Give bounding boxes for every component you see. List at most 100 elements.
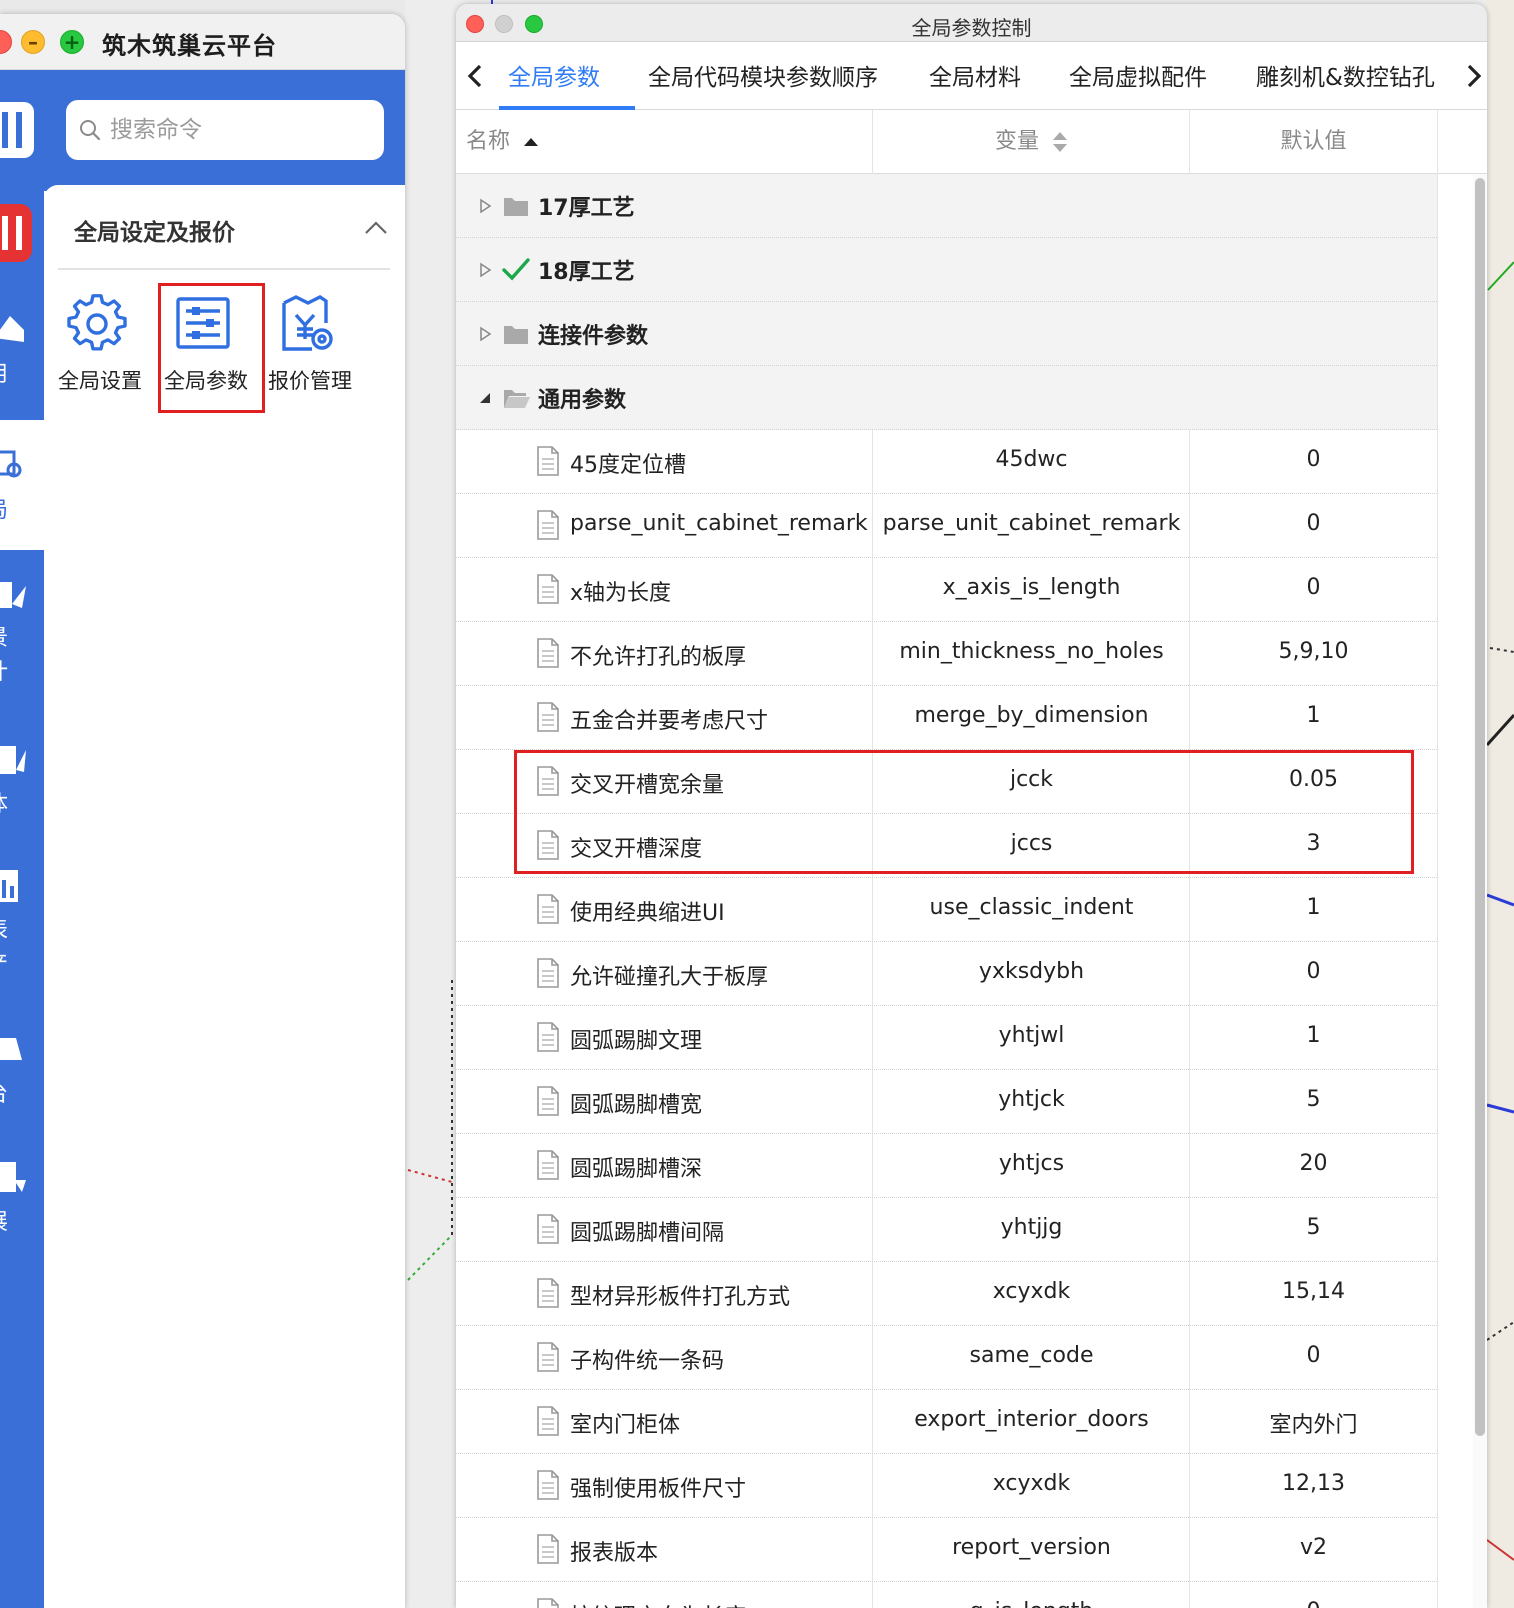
chevron-right-icon[interactable]: [1459, 60, 1487, 92]
cell-variable[interactable]: min_thickness_no_holes: [873, 639, 1190, 664]
rail-platform-icon[interactable]: [0, 1030, 44, 1070]
parameter-row[interactable]: 子构件统一条码 same_code 0: [456, 1326, 1437, 1390]
parameter-row[interactable]: 圆弧踢脚槽宽 yhtjck 5: [456, 1070, 1437, 1134]
column-header-variable[interactable]: 变量: [873, 110, 1190, 174]
cell-variable[interactable]: export_interior_doors: [873, 1407, 1190, 1432]
global-settings-button[interactable]: 全局设置: [50, 285, 150, 405]
cell-default-value[interactable]: 0: [1190, 959, 1437, 984]
expand-right-icon[interactable]: [478, 326, 492, 342]
parameter-row[interactable]: parse_unit_cabinet_remark parse_unit_cabi…: [456, 494, 1437, 558]
expand-right-icon[interactable]: [478, 198, 492, 214]
cell-variable[interactable]: merge_by_dimension: [873, 703, 1190, 728]
parameter-row[interactable]: 强制使用板件尺寸 xcyxdk 12,13: [456, 1454, 1437, 1518]
cell-variable[interactable]: g_is_length: [873, 1599, 1190, 1608]
tab-global-parameters[interactable]: 全局参数: [508, 58, 600, 92]
cell-variable[interactable]: xcyxdk: [873, 1471, 1190, 1496]
rail-label-production[interactable]: 产: [0, 946, 8, 978]
group-row[interactable]: 18厚工艺: [456, 238, 1437, 302]
cell-default-value[interactable]: 0: [1190, 575, 1437, 600]
cell-default-value[interactable]: 1: [1190, 703, 1437, 728]
cell-variable[interactable]: report_version: [873, 1535, 1190, 1560]
cell-default-value[interactable]: 20: [1190, 1151, 1437, 1176]
cell-default-value[interactable]: 15,14: [1190, 1279, 1437, 1304]
parameter-row[interactable]: 圆弧踢脚槽深 yhtjcs 20: [456, 1134, 1437, 1198]
cell-default-value[interactable]: 1: [1190, 895, 1437, 920]
cell-default-value[interactable]: 0: [1190, 1343, 1437, 1368]
expand-down-icon[interactable]: [478, 390, 492, 406]
cell-variable[interactable]: yhtjck: [873, 1087, 1190, 1112]
parameter-row[interactable]: 室内门柜体 export_interior_doors 室内外门: [456, 1390, 1437, 1454]
parameter-row[interactable]: 交叉开槽深度 jccs 3: [456, 814, 1437, 878]
cell-variable[interactable]: 45dwc: [873, 447, 1190, 472]
chevron-up-icon[interactable]: [364, 219, 388, 235]
cell-default-value[interactable]: 5: [1190, 1087, 1437, 1112]
rail-label-cabinet[interactable]: 体: [0, 786, 8, 818]
cell-default-value[interactable]: 室内外门: [1190, 1407, 1437, 1439]
rail-app-icon[interactable]: [0, 202, 44, 264]
close-window-button[interactable]: [0, 30, 12, 54]
rail-layout-active-icon[interactable]: [0, 446, 44, 482]
group-row[interactable]: 17厚工艺: [456, 174, 1437, 238]
rail-label-scene[interactable]: 景: [0, 620, 8, 652]
column-header-name[interactable]: 名称: [466, 110, 539, 174]
quote-management-button[interactable]: 报价管理: [260, 285, 360, 405]
tab-global-materials[interactable]: 全局材料: [929, 58, 1021, 92]
parameter-row[interactable]: 型材异形板件打孔方式 xcyxdk 15,14: [456, 1262, 1437, 1326]
cell-default-value[interactable]: v2: [1190, 1535, 1437, 1560]
group-row[interactable]: 通用参数: [456, 366, 1437, 430]
cell-default-value[interactable]: 1: [1190, 1023, 1437, 1048]
rail-label-report[interactable]: 表: [0, 912, 8, 944]
parameter-row[interactable]: 交叉开槽宽余量 jcck 0.05: [456, 750, 1437, 814]
cell-default-value[interactable]: 0.05: [1190, 767, 1437, 792]
parameter-row[interactable]: 五金合并要考虑尺寸 merge_by_dimension 1: [456, 686, 1437, 750]
panel-header[interactable]: 全局设定及报价: [44, 185, 405, 271]
expand-right-icon[interactable]: [478, 262, 492, 278]
tab-cnc-engraving[interactable]: 雕刻机&数控钻孔: [1256, 58, 1435, 92]
zoom-window-button[interactable]: +: [60, 30, 84, 54]
cell-variable[interactable]: jcck: [873, 767, 1190, 792]
rail-label-platform[interactable]: 台: [0, 1076, 8, 1108]
chevron-left-icon[interactable]: [462, 60, 490, 92]
rail-logo-icon[interactable]: [0, 98, 44, 160]
cell-variable[interactable]: jccs: [873, 831, 1190, 856]
command-search-box[interactable]: [66, 100, 384, 160]
parameter-row[interactable]: 圆弧踢脚文理 yhtjwl 1: [456, 1006, 1437, 1070]
rail-label-extension[interactable]: 展: [0, 1204, 8, 1236]
parameter-row[interactable]: 按纹理方向为长度 g_is_length0: [456, 1582, 1437, 1608]
cell-variable[interactable]: yhtjwl: [873, 1023, 1190, 1048]
parameter-row[interactable]: 圆弧踢脚槽间隔 yhtjjg 5: [456, 1198, 1437, 1262]
minimize-window-button[interactable]: –: [21, 30, 45, 54]
parameter-row[interactable]: 允许碰撞孔大于板厚 yxksdybh 0: [456, 942, 1437, 1006]
cell-variable[interactable]: yhtjcs: [873, 1151, 1190, 1176]
parameter-row[interactable]: x轴为长度 x_axis_is_length 0: [456, 558, 1437, 622]
vertical-scrollbar-thumb[interactable]: [1475, 178, 1485, 1436]
rail-scene-icon[interactable]: [0, 574, 44, 614]
cell-variable[interactable]: parse_unit_cabinet_remark: [873, 511, 1190, 536]
tab-code-module-order[interactable]: 全局代码模块参数顺序: [648, 58, 878, 92]
parameter-row[interactable]: 45度定位槽 45dwc 0: [456, 430, 1437, 494]
cell-variable[interactable]: yhtjjg: [873, 1215, 1190, 1240]
group-row[interactable]: 连接件参数: [456, 302, 1437, 366]
cell-default-value[interactable]: 0: [1190, 1599, 1437, 1608]
cell-variable[interactable]: xcyxdk: [873, 1279, 1190, 1304]
command-search-input[interactable]: [110, 110, 370, 150]
cell-default-value[interactable]: 12,13: [1190, 1471, 1437, 1496]
cell-default-value[interactable]: 0: [1190, 447, 1437, 472]
rail-report-icon[interactable]: [0, 866, 44, 906]
cell-default-value[interactable]: 0: [1190, 511, 1437, 536]
rail-label-layout-active[interactable]: 局: [0, 492, 8, 524]
cell-variable[interactable]: x_axis_is_length: [873, 575, 1190, 600]
cell-variable[interactable]: use_classic_indent: [873, 895, 1190, 920]
parameter-row[interactable]: 使用经典缩进UI use_classic_indent 1: [456, 878, 1437, 942]
cell-default-value[interactable]: 5: [1190, 1215, 1437, 1240]
rail-common-icon[interactable]: [0, 308, 44, 348]
rail-extension-icon[interactable]: [0, 1158, 44, 1198]
rail-label-common[interactable]: 用: [0, 356, 8, 388]
parameter-row[interactable]: 报表版本 report_version v2: [456, 1518, 1437, 1582]
tab-virtual-accessories[interactable]: 全局虚拟配件: [1069, 58, 1207, 92]
cell-variable[interactable]: same_code: [873, 1343, 1190, 1368]
rail-cabinet-icon[interactable]: [0, 740, 44, 780]
cell-default-value[interactable]: 3: [1190, 831, 1437, 856]
cell-default-value[interactable]: 5,9,10: [1190, 639, 1437, 664]
parameter-row[interactable]: 不允许打孔的板厚 min_thickness_no_holes 5,9,10: [456, 622, 1437, 686]
